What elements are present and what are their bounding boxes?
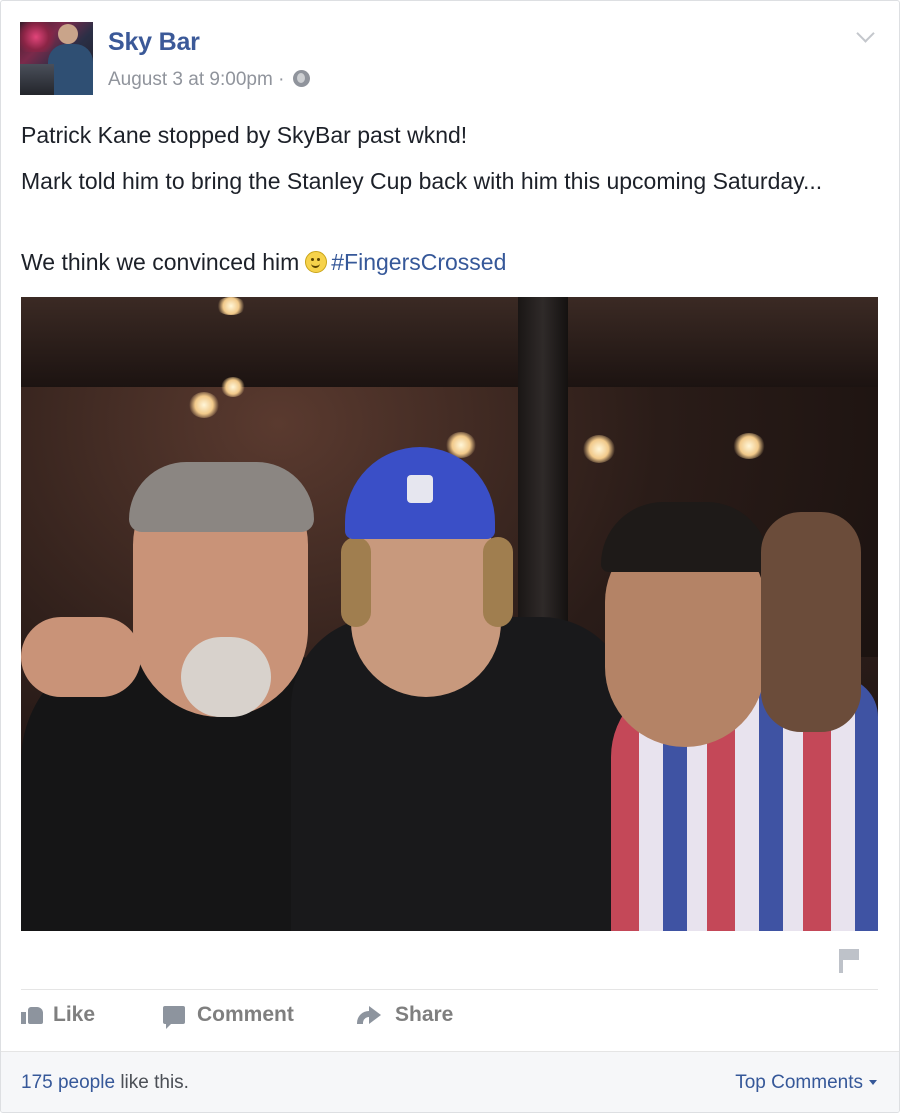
page-name-link[interactable]: Sky Bar bbox=[108, 28, 200, 57]
comment-button[interactable]: Comment bbox=[163, 1003, 294, 1029]
post-text-line-1: Patrick Kane stopped by SkyBar past wknd… bbox=[21, 122, 468, 148]
flag-icon[interactable] bbox=[839, 949, 859, 973]
share-button[interactable]: Share bbox=[357, 1003, 453, 1027]
chevron-down-icon[interactable] bbox=[856, 24, 875, 43]
smiley-icon bbox=[305, 251, 328, 273]
like-icon bbox=[21, 1004, 43, 1024]
comment-icon bbox=[163, 1006, 185, 1029]
post-footer: 175 people like this. Top Comments bbox=[1, 1051, 899, 1112]
share-icon bbox=[357, 1006, 381, 1024]
top-comments-label: Top Comments bbox=[735, 1072, 863, 1093]
caret-down-icon bbox=[869, 1080, 877, 1085]
post-meta: August 3 at 9:00pm · bbox=[108, 69, 310, 91]
divider bbox=[21, 989, 878, 990]
post-text-line-3: We think we convinced him #FingersCrossed bbox=[21, 246, 506, 279]
meta-separator: · bbox=[278, 69, 285, 90]
like-label: Like bbox=[53, 1003, 96, 1026]
hashtag-link[interactable]: #FingersCrossed bbox=[331, 249, 506, 275]
globe-icon[interactable] bbox=[292, 70, 310, 87]
top-comments-dropdown[interactable]: Top Comments bbox=[735, 1072, 877, 1094]
share-label: Share bbox=[395, 1003, 454, 1026]
post-timestamp[interactable]: August 3 at 9:00pm bbox=[108, 69, 273, 90]
comment-label: Comment bbox=[197, 1003, 294, 1026]
post-text-line-2: Mark told him to bring the Stanley Cup b… bbox=[21, 168, 823, 194]
likes-summary: 175 people like this. bbox=[21, 1072, 189, 1094]
post-card: Sky Bar August 3 at 9:00pm · Patrick Kan… bbox=[0, 0, 900, 1113]
post-photo[interactable] bbox=[21, 297, 878, 931]
likes-count-link[interactable]: 175 people bbox=[21, 1072, 115, 1093]
page-avatar[interactable] bbox=[20, 22, 93, 95]
likes-suffix: like this. bbox=[115, 1072, 189, 1093]
post-text-line-3-prefix: We think we convinced him bbox=[21, 249, 300, 275]
like-button[interactable]: Like bbox=[21, 1003, 95, 1027]
